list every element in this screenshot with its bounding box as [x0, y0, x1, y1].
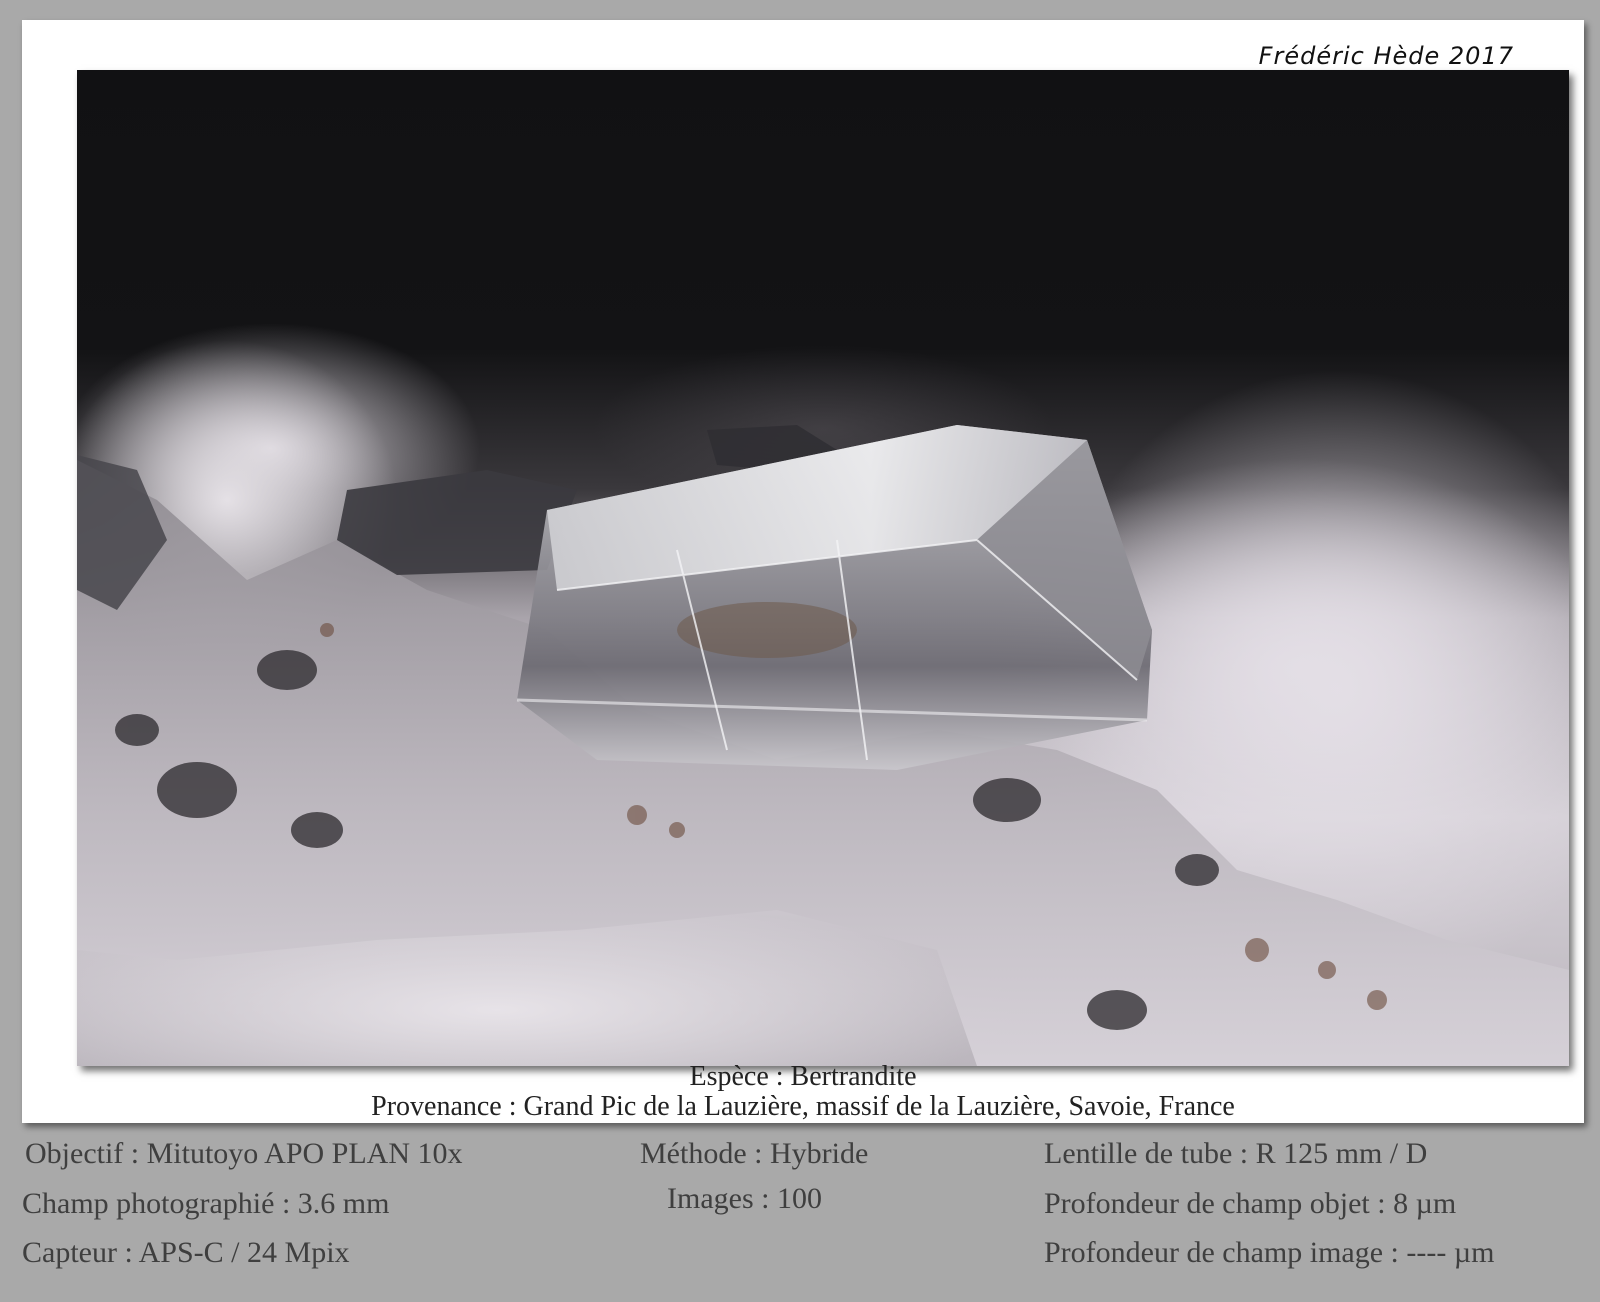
- species-caption: Espèce : Bertrandite: [689, 1061, 917, 1092]
- origin-caption: Provenance : Grand Pic de la Lauzière, m…: [371, 1091, 1235, 1122]
- spec-field-of-view: Champ photographié : 3.6 mm: [22, 1187, 390, 1220]
- photo-sheet: Frédéric Hède 2017 Espèce: Bertrandite …: [0, 0, 1600, 1302]
- spec-method: Méthode : Hybride: [640, 1137, 869, 1170]
- spec-objective: Objectif : Mitutoyo APO PLAN 10x: [25, 1137, 463, 1170]
- photographer-signature: Frédéric Hède 2017: [1258, 42, 1514, 70]
- spec-image-count: Images : 100: [667, 1182, 822, 1215]
- crystal-illustration: [77, 340, 1569, 1066]
- spec-image-dof: Profondeur de champ image : ---- µm: [1044, 1236, 1495, 1269]
- spec-sensor: Capteur : APS-C / 24 Mpix: [22, 1236, 350, 1269]
- photo-card: Frédéric Hède 2017 Espèce: Bertrandite …: [22, 20, 1584, 1123]
- spec-object-dof: Profondeur de champ objet : 8 µm: [1044, 1187, 1457, 1220]
- mineral-photograph: [77, 70, 1569, 1066]
- spec-tube-lens: Lentille de tube : R 125 mm / D: [1044, 1137, 1428, 1170]
